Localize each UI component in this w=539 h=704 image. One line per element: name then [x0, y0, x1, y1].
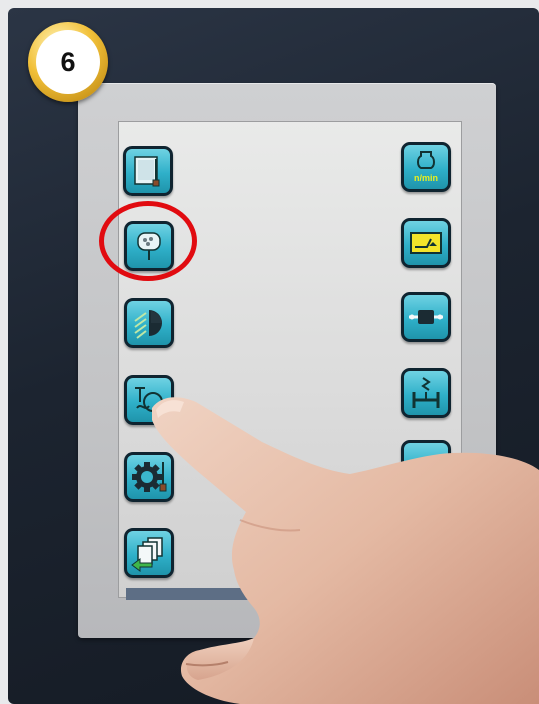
axle-suspension-icon [412, 377, 440, 408]
step-number: 6 [36, 30, 100, 94]
hidden-right-button[interactable] [401, 440, 451, 490]
axle-suspension-button[interactable] [401, 368, 451, 418]
photo: n/min 6 [0, 0, 539, 704]
engine-rpm-icon: n/min [414, 151, 438, 183]
headlight-icon [134, 310, 162, 339]
display-brightness-icon [134, 156, 160, 187]
power-take-off-button[interactable] [401, 292, 451, 342]
settings-gear-icon [132, 462, 167, 492]
page-back-button[interactable] [124, 528, 174, 578]
highlight-circle [99, 201, 197, 281]
speed-lever-icon [410, 232, 442, 254]
speed-lever-button[interactable] [401, 218, 451, 268]
temperature-fan-icon [135, 387, 163, 412]
display-brightness-button[interactable] [123, 146, 173, 196]
engine-rpm-button[interactable]: n/min [401, 142, 451, 192]
temperature-fan-button[interactable] [124, 375, 174, 425]
step-badge: 6 [28, 22, 108, 102]
pages-back-icon [131, 537, 163, 572]
settings-button[interactable] [124, 452, 174, 502]
power-take-off-icon [409, 310, 443, 324]
screen-bottom-edge [126, 588, 460, 600]
engine-rpm-label: n/min [414, 173, 438, 183]
partially-hidden-icon [408, 447, 444, 483]
headlight-button[interactable] [124, 298, 174, 348]
